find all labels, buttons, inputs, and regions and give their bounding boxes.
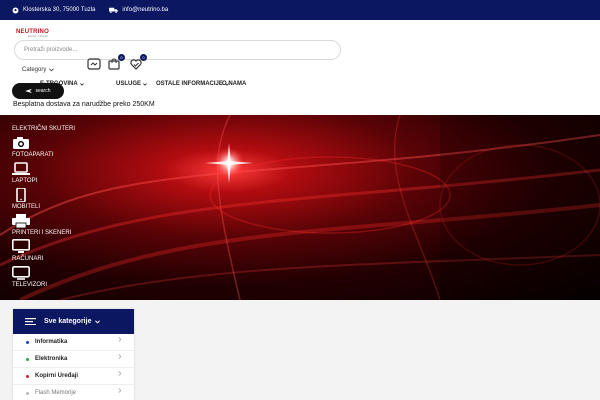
nav-label: O NAMA	[222, 81, 247, 87]
all-categories-header[interactable]: Sve kategorije	[13, 309, 134, 334]
category-row-label: Kopirni Uređaji	[35, 373, 79, 379]
hero-category-item[interactable]: MOBITELI	[12, 204, 40, 210]
email-text: info@neutrino.ba	[122, 7, 169, 13]
chevron-down-icon	[49, 68, 55, 72]
hero-category-item[interactable]: LAPTOPI	[12, 178, 37, 184]
printer-icon[interactable]	[12, 214, 30, 228]
page: Klosterska 30, 75000 Tuzla info@neutrino…	[0, 0, 600, 400]
hero-banner	[0, 115, 600, 300]
hero-category-item[interactable]: TELEVIZORI	[12, 282, 47, 288]
hero-background	[0, 115, 600, 300]
plane-icon	[25, 88, 33, 94]
site-header: NEUTRINO internet · računari Pretraži pr…	[0, 20, 600, 75]
camera-icon[interactable]	[12, 136, 30, 150]
search-input[interactable]: Pretraži proizvode...	[14, 40, 341, 60]
bullet-dot	[26, 375, 29, 378]
chevron-right-icon	[118, 354, 122, 359]
cart-badge: 0	[118, 54, 125, 61]
chevron-right-icon	[118, 337, 122, 342]
cart-icon[interactable]: 0	[108, 54, 125, 71]
all-categories-title: Sve kategorije	[44, 318, 92, 325]
promo-banner-text: Besplatna dostava za narudžbe preko 250K…	[13, 101, 155, 108]
mobile-phone-icon[interactable]	[12, 188, 30, 202]
bullet-dot	[26, 392, 29, 395]
address-text: Klosterska 30, 75000 Tuzla	[23, 7, 96, 13]
monitor-icon[interactable]	[12, 239, 30, 253]
chevron-down-icon	[143, 82, 147, 86]
category-row-label: Informatika	[35, 339, 68, 345]
email-item[interactable]: info@neutrino.ba	[109, 7, 168, 13]
nav-label: USLUGE	[116, 81, 142, 87]
search-button[interactable]: search	[12, 83, 64, 99]
laptop-icon[interactable]	[12, 162, 30, 176]
main-nav: E-TRGOVINA USLUGE OSTALE INFORMACIJE O N…	[0, 75, 600, 95]
category-row-elektronika[interactable]: Elektronika	[13, 351, 134, 368]
compare-icon[interactable]	[87, 57, 101, 71]
category-label: Category	[22, 67, 47, 73]
site-logo[interactable]: NEUTRINO internet · računari	[16, 29, 50, 40]
wishlist-icon[interactable]: 0	[130, 54, 147, 71]
all-categories-panel: Sve kategorije Informatika Elektronika K…	[13, 309, 134, 400]
chevron-right-icon	[118, 388, 122, 393]
nav-item-o-nama[interactable]: O NAMA	[222, 81, 246, 87]
menu-icon	[25, 318, 36, 325]
category-row-label: Flash Memorije	[35, 390, 77, 396]
category-row-label: Elektronika	[35, 356, 68, 362]
chevron-right-icon	[118, 371, 122, 376]
truck-icon	[109, 7, 119, 13]
search-button-label: search	[35, 88, 51, 94]
top-bar: Klosterska 30, 75000 Tuzla info@neutrino…	[0, 0, 600, 20]
category-row-kopirni-uredaji[interactable]: Kopirni Uređaji	[13, 368, 134, 385]
bullet-dot	[26, 341, 29, 344]
tv-icon[interactable]	[12, 266, 30, 280]
location-icon	[12, 7, 19, 13]
address-item[interactable]: Klosterska 30, 75000 Tuzla	[12, 7, 95, 14]
bullet-dot	[26, 358, 29, 361]
hero-category-item[interactable]: FOTOAPARATI	[12, 152, 53, 158]
category-row-flash-memorije[interactable]: Flash Memorije	[13, 385, 134, 400]
hero-category-item[interactable]: PRINTERI I SKENERI	[12, 230, 71, 236]
hero-category-item[interactable]: RAČUNARI	[12, 256, 43, 262]
category-dropdown[interactable]: Category	[22, 67, 55, 73]
category-row-informatika[interactable]: Informatika	[13, 334, 134, 351]
hero-category-item[interactable]: ELEKTRIČNI SKUTERI	[12, 126, 75, 132]
chevron-down-icon	[79, 82, 84, 86]
chevron-down-icon	[95, 319, 101, 324]
hero-category-list: ELEKTRIČNI SKUTERI FOTOAPARATI LAPTOPI M…	[0, 115, 90, 300]
wishlist-badge: 0	[140, 54, 147, 61]
nav-item-ostale-informacije[interactable]: OSTALE INFORMACIJE	[156, 81, 229, 87]
logo-subtitle: internet · računari	[28, 35, 48, 38]
nav-item-usluge[interactable]: USLUGE	[116, 81, 147, 87]
nav-label: OSTALE INFORMACIJE	[156, 81, 223, 87]
